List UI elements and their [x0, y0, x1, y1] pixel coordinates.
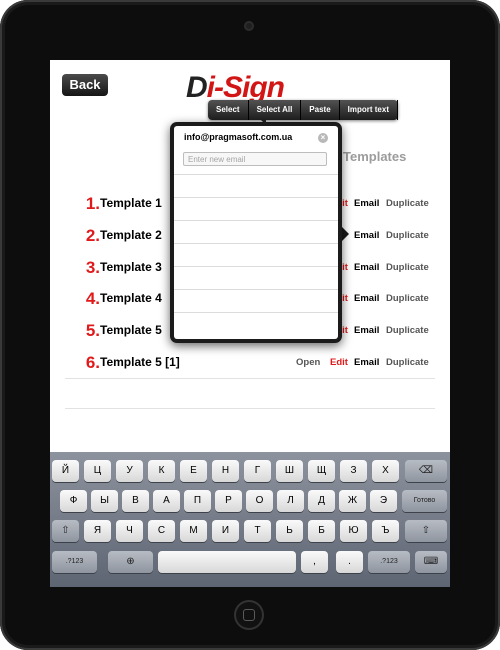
- popover-pointer: [341, 226, 349, 242]
- key[interactable]: С: [148, 520, 175, 542]
- list-separator: [174, 312, 338, 313]
- row-number: 5.: [85, 321, 100, 340]
- list-separator: [174, 266, 338, 267]
- onscreen-keyboard: Й Ц У К Е Н Г Ш Щ З Х ⌫ Ф Ы В А П Р О Л …: [50, 452, 450, 587]
- open-link[interactable]: Open: [296, 357, 320, 368]
- menu-pointer: [261, 120, 266, 125]
- key[interactable]: П: [184, 490, 211, 512]
- template-name[interactable]: Template 1: [100, 196, 162, 210]
- key[interactable]: Ш: [276, 460, 303, 482]
- key-comma[interactable]: ,: [301, 551, 328, 573]
- email-link[interactable]: Email: [354, 230, 379, 241]
- key[interactable]: Т: [244, 520, 271, 542]
- list-divider: [65, 408, 435, 409]
- key[interactable]: Д: [308, 490, 335, 512]
- email-popover: info@pragmasoft.com.ua × Enter new email: [170, 122, 342, 343]
- duplicate-link[interactable]: Duplicate: [386, 325, 429, 336]
- email-link[interactable]: Email: [354, 198, 379, 209]
- list-divider: [65, 378, 435, 379]
- backspace-key[interactable]: ⌫: [405, 460, 447, 482]
- template-name[interactable]: Template 5 [1]: [100, 355, 180, 369]
- email-link[interactable]: Email: [354, 325, 379, 336]
- key[interactable]: Б: [308, 520, 335, 542]
- row-number: 2.: [85, 226, 100, 245]
- row-number: 1.: [85, 194, 100, 213]
- duplicate-link[interactable]: Duplicate: [386, 198, 429, 209]
- key[interactable]: Х: [372, 460, 399, 482]
- list-separator: [174, 243, 338, 244]
- app-screen: Back Di-Sign Select Select All Paste Imp…: [50, 60, 450, 587]
- numbers-key-right[interactable]: .?123: [368, 551, 410, 573]
- row-number: 3.: [85, 258, 100, 277]
- key[interactable]: Л: [277, 490, 304, 512]
- saved-email[interactable]: info@pragmasoft.com.ua: [184, 132, 292, 142]
- duplicate-link[interactable]: Duplicate: [386, 262, 429, 273]
- key[interactable]: Г: [244, 460, 271, 482]
- section-title: Templates: [343, 149, 407, 164]
- key[interactable]: Ф: [60, 490, 87, 512]
- key[interactable]: О: [246, 490, 273, 512]
- key[interactable]: У: [116, 460, 143, 482]
- back-button[interactable]: Back: [62, 74, 108, 96]
- key[interactable]: А: [153, 490, 180, 512]
- email-popover-content: info@pragmasoft.com.ua × Enter new email: [174, 126, 338, 339]
- list-separator: [174, 197, 338, 198]
- key[interactable]: Ь: [276, 520, 303, 542]
- import-text-menu-item[interactable]: Import text: [340, 100, 398, 120]
- email-link[interactable]: Email: [354, 357, 379, 368]
- select-menu-item[interactable]: Select: [208, 100, 249, 120]
- space-key[interactable]: [158, 551, 296, 573]
- numbers-key[interactable]: .?123: [52, 551, 97, 573]
- key[interactable]: В: [122, 490, 149, 512]
- list-separator: [174, 289, 338, 290]
- email-link[interactable]: Email: [354, 293, 379, 304]
- key[interactable]: Э: [370, 490, 397, 512]
- remove-email-icon[interactable]: ×: [318, 133, 328, 143]
- duplicate-link[interactable]: Duplicate: [386, 357, 429, 368]
- hide-keyboard-icon[interactable]: ⌨: [415, 551, 447, 573]
- key[interactable]: И: [212, 520, 239, 542]
- key[interactable]: К: [148, 460, 175, 482]
- shift-left-key[interactable]: ⇧: [52, 520, 79, 542]
- shift-right-key[interactable]: ⇧: [405, 520, 447, 542]
- duplicate-link[interactable]: Duplicate: [386, 230, 429, 241]
- key[interactable]: Ю: [340, 520, 367, 542]
- template-name[interactable]: Template 3: [100, 260, 162, 274]
- key[interactable]: М: [180, 520, 207, 542]
- template-name[interactable]: Template 4: [100, 291, 162, 305]
- ipad-frame: Back Di-Sign Select Select All Paste Imp…: [0, 0, 500, 650]
- key[interactable]: Р: [215, 490, 242, 512]
- template-name[interactable]: Template 5: [100, 323, 162, 337]
- return-key[interactable]: Готово: [402, 490, 447, 512]
- key[interactable]: Е: [180, 460, 207, 482]
- key[interactable]: Ц: [84, 460, 111, 482]
- key[interactable]: Ы: [91, 490, 118, 512]
- key[interactable]: Н: [212, 460, 239, 482]
- edit-link[interactable]: Edit: [330, 357, 348, 368]
- email-link[interactable]: Email: [354, 262, 379, 273]
- row-number: 4.: [85, 289, 100, 308]
- template-name[interactable]: Template 2: [100, 228, 162, 242]
- select-all-menu-item[interactable]: Select All: [249, 100, 302, 120]
- text-edit-menu: Select Select All Paste Import text: [208, 100, 398, 125]
- camera-dot: [244, 21, 254, 31]
- key[interactable]: Й: [52, 460, 79, 482]
- key[interactable]: З: [340, 460, 367, 482]
- list-separator: [174, 220, 338, 221]
- key[interactable]: Ж: [339, 490, 366, 512]
- globe-icon[interactable]: ⊕: [108, 551, 153, 573]
- paste-menu-item[interactable]: Paste: [301, 100, 340, 120]
- key[interactable]: Ч: [116, 520, 143, 542]
- new-email-input[interactable]: Enter new email: [183, 152, 327, 166]
- duplicate-link[interactable]: Duplicate: [386, 293, 429, 304]
- key[interactable]: Щ: [308, 460, 335, 482]
- list-separator: [174, 174, 338, 175]
- home-button[interactable]: [234, 600, 264, 630]
- row-number: 6.: [85, 353, 100, 372]
- key[interactable]: Я: [84, 520, 111, 542]
- key[interactable]: Ъ: [372, 520, 399, 542]
- key-period[interactable]: .: [336, 551, 363, 573]
- template-row: 6. Template 5 [1] Open Edit Email Duplic…: [68, 347, 434, 379]
